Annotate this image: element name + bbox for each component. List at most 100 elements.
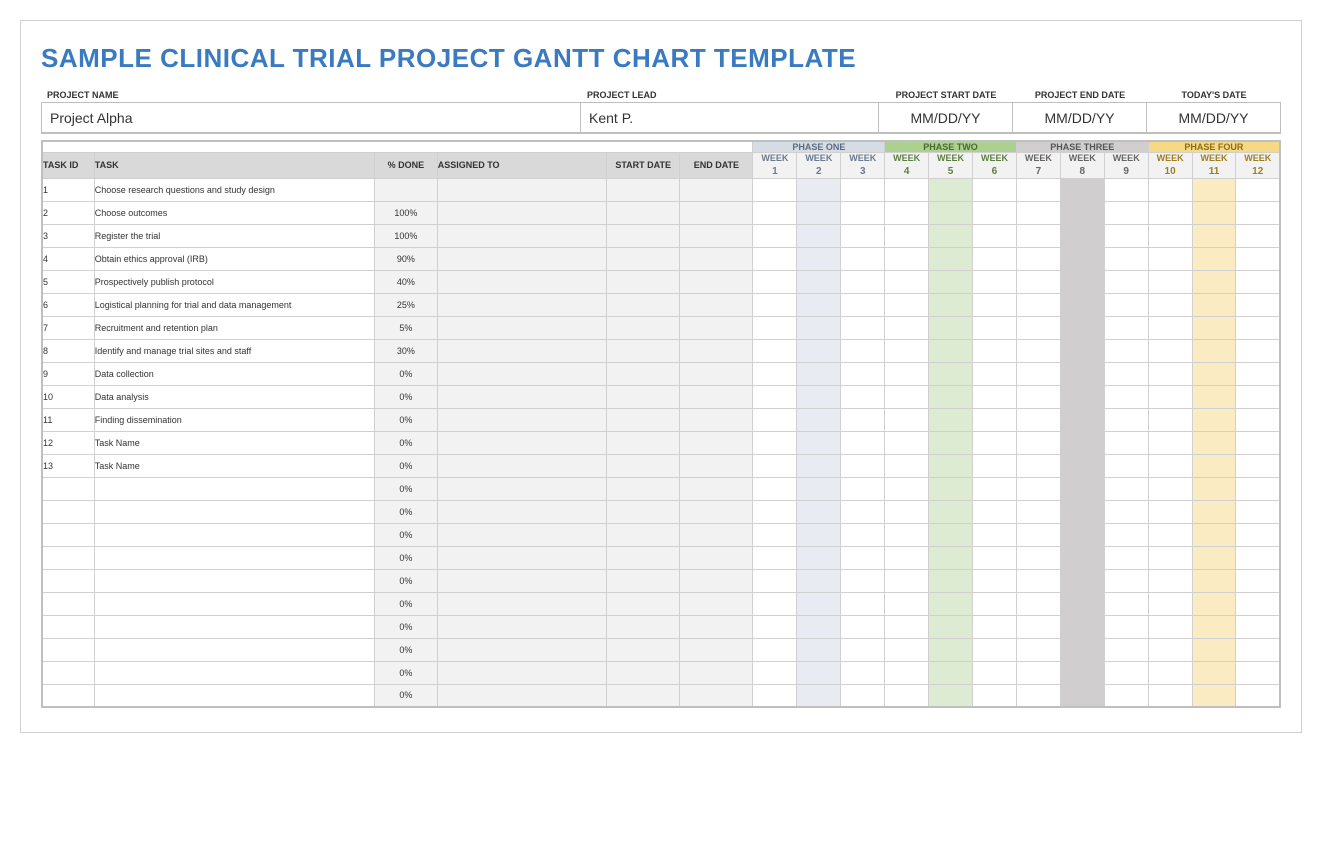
cell-end-date[interactable] <box>680 546 753 569</box>
cell-start-date[interactable] <box>607 224 680 247</box>
gantt-cell[interactable] <box>1148 684 1192 707</box>
gantt-cell[interactable] <box>1060 408 1104 431</box>
gantt-cell[interactable] <box>1016 362 1060 385</box>
gantt-cell[interactable] <box>797 546 841 569</box>
gantt-cell[interactable] <box>1104 270 1148 293</box>
gantt-cell[interactable] <box>1148 661 1192 684</box>
cell-assigned-to[interactable] <box>437 224 606 247</box>
gantt-cell[interactable] <box>973 201 1017 224</box>
cell-start-date[interactable] <box>607 546 680 569</box>
gantt-cell[interactable] <box>1192 684 1236 707</box>
gantt-cell[interactable] <box>1192 339 1236 362</box>
gantt-cell[interactable] <box>753 385 797 408</box>
gantt-cell[interactable] <box>753 362 797 385</box>
gantt-cell[interactable] <box>1236 270 1280 293</box>
cell-assigned-to[interactable] <box>437 385 606 408</box>
gantt-cell[interactable] <box>1016 247 1060 270</box>
cell-assigned-to[interactable] <box>437 592 606 615</box>
gantt-cell[interactable] <box>1236 638 1280 661</box>
gantt-cell[interactable] <box>929 546 973 569</box>
cell-pct-done[interactable]: 0% <box>374 408 437 431</box>
gantt-cell[interactable] <box>753 454 797 477</box>
gantt-cell[interactable] <box>973 454 1017 477</box>
gantt-cell[interactable] <box>1192 523 1236 546</box>
cell-pct-done[interactable]: 90% <box>374 247 437 270</box>
gantt-cell[interactable] <box>753 408 797 431</box>
cell-start-date[interactable] <box>607 293 680 316</box>
cell-pct-done[interactable]: 30% <box>374 339 437 362</box>
gantt-cell[interactable] <box>1060 247 1104 270</box>
gantt-cell[interactable] <box>885 408 929 431</box>
cell-pct-done[interactable]: 0% <box>374 385 437 408</box>
gantt-cell[interactable] <box>753 270 797 293</box>
cell-assigned-to[interactable] <box>437 661 606 684</box>
cell-start-date[interactable] <box>607 500 680 523</box>
gantt-cell[interactable] <box>1236 385 1280 408</box>
gantt-cell[interactable] <box>1104 339 1148 362</box>
cell-assigned-to[interactable] <box>437 615 606 638</box>
cell-task-name[interactable]: Data collection <box>94 362 374 385</box>
gantt-cell[interactable] <box>1104 615 1148 638</box>
gantt-cell[interactable] <box>841 661 885 684</box>
gantt-cell[interactable] <box>1192 477 1236 500</box>
gantt-cell[interactable] <box>1104 316 1148 339</box>
cell-assigned-to[interactable] <box>437 362 606 385</box>
gantt-cell[interactable] <box>973 477 1017 500</box>
cell-pct-done[interactable]: 25% <box>374 293 437 316</box>
gantt-cell[interactable] <box>1016 431 1060 454</box>
cell-pct-done[interactable]: 40% <box>374 270 437 293</box>
gantt-cell[interactable] <box>1060 523 1104 546</box>
gantt-cell[interactable] <box>1192 615 1236 638</box>
gantt-cell[interactable] <box>929 431 973 454</box>
gantt-cell[interactable] <box>929 178 973 201</box>
gantt-cell[interactable] <box>1060 638 1104 661</box>
gantt-cell[interactable] <box>797 684 841 707</box>
gantt-cell[interactable] <box>753 477 797 500</box>
gantt-cell[interactable] <box>753 178 797 201</box>
gantt-cell[interactable] <box>1192 454 1236 477</box>
gantt-cell[interactable] <box>973 293 1017 316</box>
cell-start-date[interactable] <box>607 569 680 592</box>
gantt-cell[interactable] <box>841 293 885 316</box>
gantt-cell[interactable] <box>1016 385 1060 408</box>
gantt-cell[interactable] <box>885 316 929 339</box>
gantt-cell[interactable] <box>1148 431 1192 454</box>
cell-end-date[interactable] <box>680 339 753 362</box>
gantt-cell[interactable] <box>1192 569 1236 592</box>
gantt-cell[interactable] <box>797 293 841 316</box>
gantt-cell[interactable] <box>973 500 1017 523</box>
gantt-cell[interactable] <box>1236 569 1280 592</box>
gantt-cell[interactable] <box>753 638 797 661</box>
gantt-cell[interactable] <box>885 224 929 247</box>
gantt-cell[interactable] <box>1192 408 1236 431</box>
gantt-cell[interactable] <box>973 178 1017 201</box>
gantt-cell[interactable] <box>753 247 797 270</box>
gantt-cell[interactable] <box>1060 569 1104 592</box>
cell-task-id[interactable]: 1 <box>42 178 94 201</box>
gantt-cell[interactable] <box>1060 224 1104 247</box>
cell-assigned-to[interactable] <box>437 546 606 569</box>
gantt-cell[interactable] <box>885 178 929 201</box>
gantt-cell[interactable] <box>1192 362 1236 385</box>
gantt-cell[interactable] <box>929 247 973 270</box>
gantt-cell[interactable] <box>841 247 885 270</box>
gantt-cell[interactable] <box>1192 431 1236 454</box>
gantt-cell[interactable] <box>1060 178 1104 201</box>
gantt-cell[interactable] <box>885 431 929 454</box>
cell-pct-done[interactable]: 0% <box>374 546 437 569</box>
gantt-cell[interactable] <box>1148 638 1192 661</box>
gantt-cell[interactable] <box>1148 477 1192 500</box>
cell-task-id[interactable]: 6 <box>42 293 94 316</box>
gantt-cell[interactable] <box>1016 592 1060 615</box>
gantt-cell[interactable] <box>1192 247 1236 270</box>
cell-end-date[interactable] <box>680 362 753 385</box>
gantt-cell[interactable] <box>797 178 841 201</box>
cell-task-id[interactable] <box>42 661 94 684</box>
gantt-cell[interactable] <box>1104 569 1148 592</box>
cell-start-date[interactable] <box>607 661 680 684</box>
cell-task-name[interactable]: Register the trial <box>94 224 374 247</box>
gantt-cell[interactable] <box>973 523 1017 546</box>
cell-task-id[interactable] <box>42 569 94 592</box>
gantt-cell[interactable] <box>929 316 973 339</box>
gantt-cell[interactable] <box>841 523 885 546</box>
